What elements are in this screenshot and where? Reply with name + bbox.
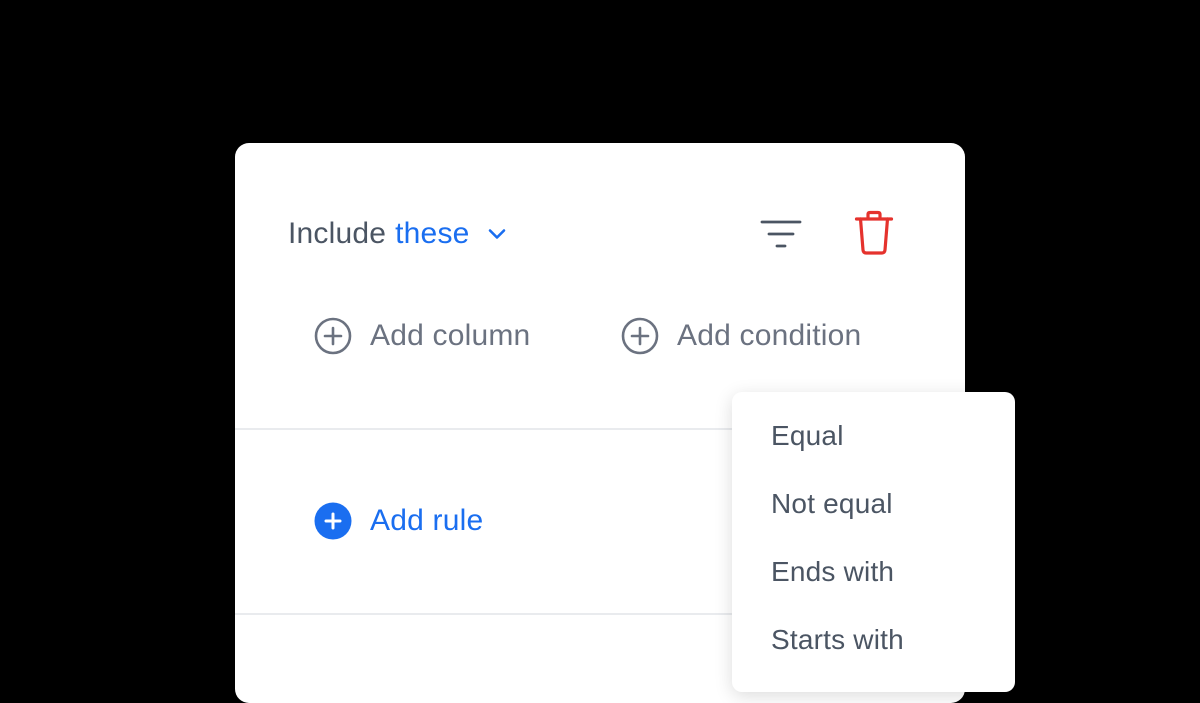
plus-circle-icon xyxy=(313,316,353,356)
chevron-down-icon[interactable] xyxy=(486,223,508,245)
add-condition-button[interactable]: Add condition xyxy=(620,315,861,357)
condition-option-equal[interactable]: Equal xyxy=(732,414,1015,482)
add-column-label: Add column xyxy=(370,319,531,352)
add-column-button[interactable]: Add column xyxy=(313,315,530,357)
delete-rule-button[interactable] xyxy=(852,210,896,261)
include-mode-prefix: Include xyxy=(288,217,387,250)
plus-circle-filled-icon xyxy=(313,501,353,541)
condition-option-ends-with[interactable]: Ends with xyxy=(732,550,1015,618)
trash-icon xyxy=(854,210,894,261)
add-rule-label: Add rule xyxy=(370,504,484,537)
plus-circle-icon xyxy=(620,316,660,356)
add-condition-label: Add condition xyxy=(677,319,862,352)
add-rule-button[interactable]: Add rule xyxy=(313,500,483,542)
condition-option-label: Ends with xyxy=(771,556,895,587)
condition-option-label: Starts with xyxy=(771,624,904,655)
condition-option-label: Equal xyxy=(771,420,844,451)
filter-icon xyxy=(760,217,802,256)
condition-option-list: Equal Not equal Ends with Starts with xyxy=(732,392,1015,686)
filter-button[interactable] xyxy=(758,217,804,255)
include-mode-value[interactable]: these xyxy=(395,217,469,251)
condition-option-label: Not equal xyxy=(771,488,893,519)
condition-dropdown-menu: Equal Not equal Ends with Starts with xyxy=(732,392,1015,692)
include-mode-selector[interactable]: Include these xyxy=(288,213,508,255)
condition-option-starts-with[interactable]: Starts with xyxy=(732,618,1015,686)
condition-option-not-equal[interactable]: Not equal xyxy=(732,482,1015,550)
